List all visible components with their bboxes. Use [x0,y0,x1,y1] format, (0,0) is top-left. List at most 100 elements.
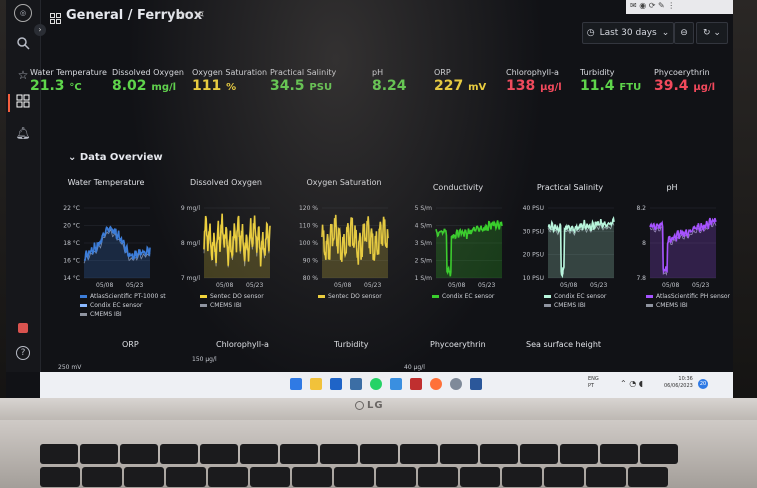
x-tick: 05/23 [478,282,495,289]
legend-item[interactable]: CMEMS IBI [544,301,606,310]
whatsapp-icon[interactable] [370,378,382,390]
panel-title[interactable]: Water Temperature [56,178,156,187]
panel-title-row2[interactable]: Sea surface height [526,340,601,349]
keyboard-key [320,444,358,464]
grafana-logo-icon[interactable]: ◎ [14,4,32,22]
stat-water-temperature[interactable]: Water Temperature 21.3 °C [30,68,110,94]
browser-toolbar: ✉ ◉ ⟳ ✎ ⋮ [626,0,733,14]
stat-label: Turbidity [580,68,615,77]
keyboard-key [628,467,668,487]
y-tick: 7.8 [636,275,646,282]
keyboard-key [82,467,122,487]
collapse-chevron-icon: ⌄ [68,152,80,163]
apps-icon[interactable] [14,320,32,338]
stat-chlorophyll-a[interactable]: Chlorophyll-a 138 µg/l [506,68,586,94]
keyboard-key [480,444,518,464]
time-range-label: Last 30 days [599,28,657,38]
chl-tick: 150 µg/l [192,356,217,363]
active-indicator [8,94,10,112]
y-tick: 40 PSU [523,205,544,212]
x-tick: 05/23 [692,282,709,289]
stat-label: Practical Salinity [270,68,337,77]
refresh-button[interactable]: ↻ ⌄ [696,22,728,44]
panel-title[interactable]: Conductivity [408,183,508,192]
panel-title[interactable]: pH [622,183,722,192]
x-tick: 05/23 [126,282,143,289]
time-range-picker[interactable]: ◷ Last 30 days ⌄ [582,22,674,44]
stat-phycoerythrin[interactable]: Phycoerythrin 39.4 µg/l [654,68,733,94]
panel-title-row2[interactable]: Phycoerythrin [430,340,486,349]
legend-item[interactable]: AtlasScientific PH sensor [646,292,730,301]
keyboard-key [40,444,78,464]
legend-item[interactable]: Condix EC sensor [80,301,166,310]
stat-oxygen-saturation[interactable]: Oxygen Saturation 111 % [192,68,272,94]
keyboard-key [544,467,584,487]
section-title: Data Overview [79,152,163,163]
app3-icon[interactable] [410,378,422,390]
panel-title[interactable]: Oxygen Saturation [294,178,394,187]
panel-title[interactable]: Dissolved Oxygen [176,178,276,187]
keyboard-key [520,444,558,464]
legend-item[interactable]: Sentec DO sensor [318,292,382,301]
app-icon[interactable] [350,378,362,390]
favorite-star-icon[interactable]: ☆ [176,8,187,22]
stat-label: Oxygen Saturation [192,68,268,77]
stat-label: ORP [434,68,451,77]
y-tick: 20 PSU [523,252,544,259]
legend-item[interactable]: CMEMS IBI [80,310,166,319]
zoom-out-icon: ⊖ [680,28,688,38]
panel-title-row2[interactable]: Chlorophyll-a [216,340,269,349]
help-icon[interactable]: ? [16,346,30,360]
legend-item[interactable]: Sentec DO sensor [200,292,264,301]
settings-icon[interactable] [450,378,462,390]
keyboard [40,444,700,488]
x-tick: 05/08 [216,282,233,289]
x-tick: 05/08 [560,282,577,289]
panel-title[interactable]: Practical Salinity [520,183,620,192]
bell-icon[interactable]: 🔔︎ [14,124,32,142]
panel-title-row2[interactable]: ORP [122,340,139,349]
firefox-icon[interactable] [430,378,442,390]
outlook-icon[interactable] [330,378,342,390]
stat-orp[interactable]: ORP 227 mV [434,68,514,94]
keyboard-key [250,467,290,487]
stat-dissolved-oxygen[interactable]: Dissolved Oxygen 8.02 mg/l [112,68,192,94]
legend-item[interactable]: CMEMS IBI [200,301,264,310]
browser-extension-icons[interactable]: ✉ ◉ ⟳ ✎ ⋮ [630,1,675,10]
stat-turbidity[interactable]: Turbidity 11.4 FTU [580,68,660,94]
y-tick: 30 PSU [523,228,544,235]
app2-icon[interactable] [390,378,402,390]
keyboard-key [80,444,118,464]
legend-item[interactable]: AtlasScientific PT-1000 st [80,292,166,301]
stat-value: 39.4 µg/l [654,78,716,94]
start-icon[interactable] [290,378,302,390]
tray-icons[interactable]: ⌃ ◔ ◖ [620,379,643,388]
x-tick: 05/08 [334,282,351,289]
panel-title-row2[interactable]: Turbidity [334,340,369,349]
notification-badge[interactable]: 20 [698,379,708,389]
legend-item[interactable]: CMEMS IBI [646,301,730,310]
x-tick: 05/08 [662,282,679,289]
chevron-down-icon: ⌄ [661,28,670,38]
keyboard-key [502,467,542,487]
search-icon[interactable] [14,36,32,54]
dashboards-icon[interactable] [14,94,32,112]
word-icon[interactable] [470,378,482,390]
clock[interactable]: 10:36 06/06/2023 [664,376,693,390]
stat-value: 34.5 PSU [270,78,333,94]
legend-item[interactable]: Condix EC sensor [432,292,494,301]
keyboard-key [560,444,598,464]
keyboard-key [40,467,80,487]
stat-value: 11.4 FTU [580,78,642,94]
keyboard-key [360,444,398,464]
data-overview-row[interactable]: ⌄ Data Overview [68,152,163,163]
language-indicator[interactable]: ENG PT [588,376,599,390]
file-explorer-icon[interactable] [310,378,322,390]
share-icon[interactable]: ⋖ [196,9,204,20]
stat-practical-salinity[interactable]: Practical Salinity 34.5 PSU [270,68,350,94]
y-tick: 22 °C [63,205,80,212]
zoom-out-button[interactable]: ⊖ [674,22,694,44]
y-tick: 5 S/m [415,205,433,212]
windows-taskbar: ENG PT ⌃ ◔ ◖ 10:36 06/06/2023 20 [40,372,733,398]
legend-item[interactable]: Condix EC sensor [544,292,606,301]
